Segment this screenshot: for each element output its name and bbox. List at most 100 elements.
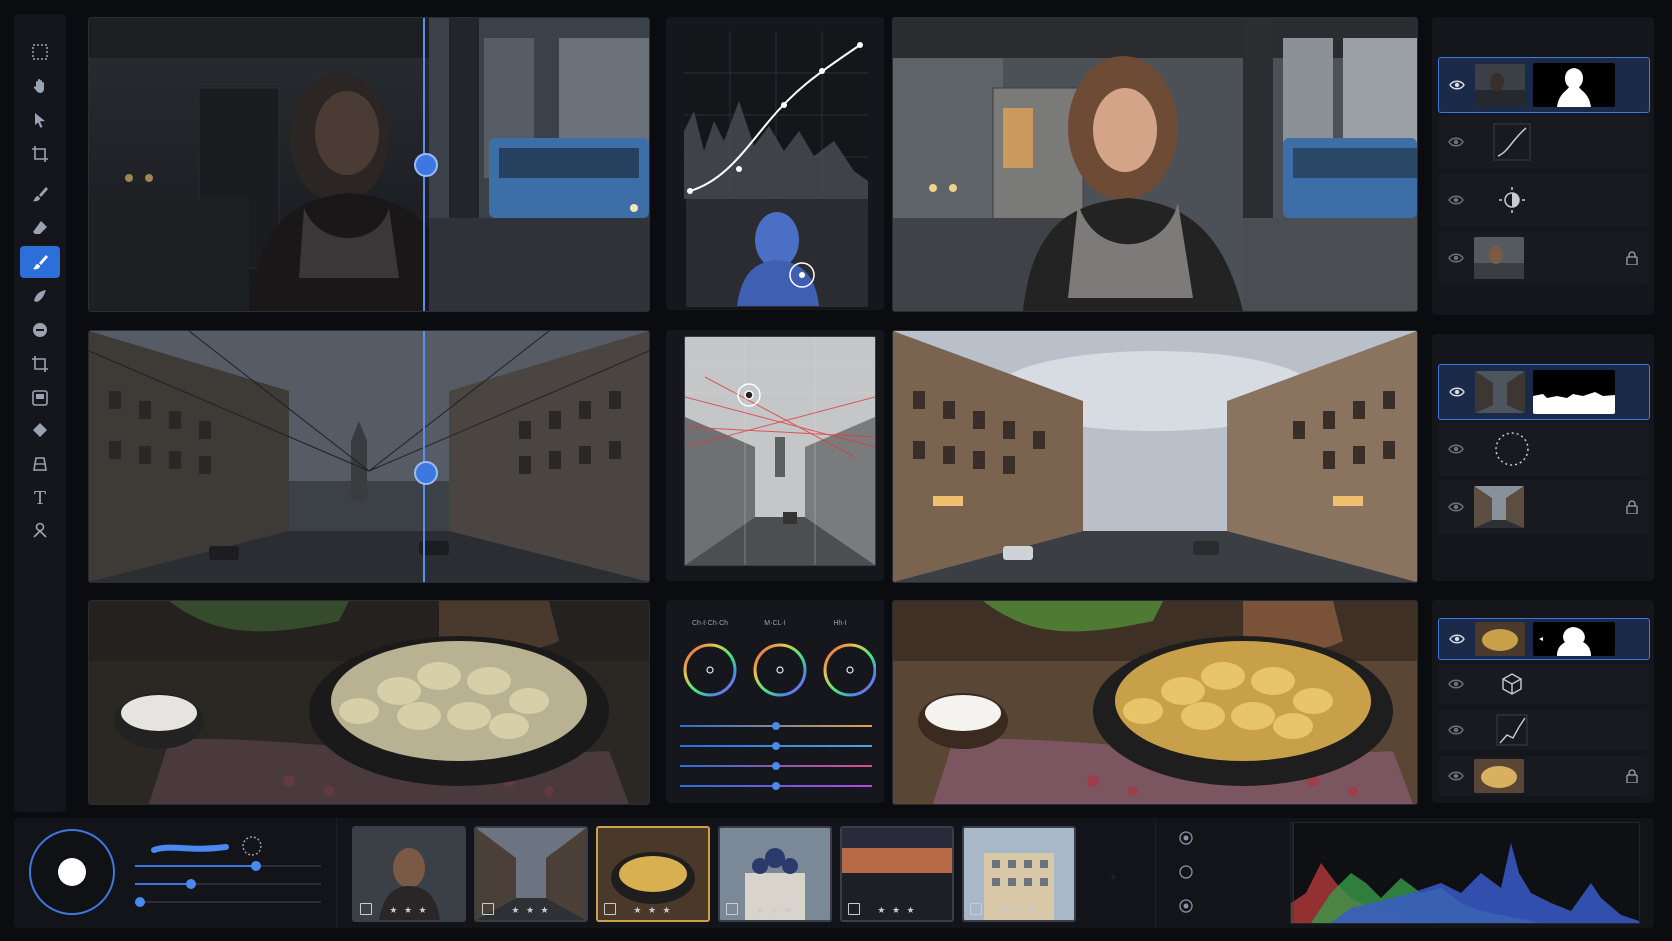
layer-thumbnail [1475,371,1525,413]
layer-vignette-adjustment[interactable] [1438,422,1648,476]
star-rating[interactable]: ★ ★ ★ [598,905,708,916]
layer-3d-lut-adjustment[interactable] [1438,664,1648,704]
layer-thumbnail [1475,622,1525,656]
layer-image-with-mask[interactable] [1438,618,1650,660]
slider-knob[interactable] [772,762,780,770]
lock-icon[interactable] [1626,769,1638,783]
channel-toggles[interactable] [1178,830,1194,914]
wheel-label-midtones: M·CL·I [764,620,786,627]
visibility-eye-icon[interactable] [1449,633,1465,645]
layer-curves-adjustment[interactable] [1438,115,1648,169]
layer-background[interactable] [1438,480,1648,534]
brush-hardness-icon[interactable] [240,834,264,858]
layers-panel-1 [1432,17,1654,315]
slider-knob[interactable] [772,782,780,790]
puppet-warp-icon[interactable] [20,514,60,546]
eraser-icon[interactable] [20,212,60,244]
histogram [1290,822,1640,924]
color-slider[interactable] [680,720,872,732]
filmstrip-thumbnail-street[interactable]: ★ ★ ★ [474,826,588,922]
street-after-canvas[interactable] [892,330,1418,583]
visibility-eye-icon[interactable] [1448,501,1464,513]
lock-icon[interactable] [1626,251,1638,265]
patch-tool-icon[interactable] [20,280,60,312]
star-rating[interactable]: ★ ★ ★ [842,905,952,916]
add-icon[interactable]: + [1110,870,1120,884]
curves-icon [1490,710,1534,750]
cube-icon [1490,664,1534,704]
perspective-icon[interactable] [20,448,60,480]
split-compare-handle[interactable] [414,153,438,177]
layer-image-with-mask[interactable] [1438,57,1650,113]
portrait-after-canvas[interactable] [892,17,1418,312]
perspective-guides-panel [666,330,884,581]
layer-image-with-mask[interactable] [1438,364,1650,420]
color-wheels[interactable] [676,638,876,704]
divider [1155,818,1156,928]
visibility-eye-icon[interactable] [1448,194,1464,206]
brush-slider-flow[interactable] [135,896,321,908]
brush-slider-hardness[interactable] [135,878,321,890]
slider-track [135,901,321,903]
visibility-eye-icon[interactable] [1448,724,1464,736]
perspective-preview[interactable] [684,336,876,566]
visibility-eye-icon[interactable] [1448,678,1464,690]
visibility-eye-icon[interactable] [1448,770,1464,782]
brush-size-preview[interactable] [26,826,118,918]
color-slider[interactable] [680,780,872,792]
star-rating[interactable]: ★ ★ ★ [964,905,1074,916]
wheel-label-highlights: Hh·I [833,620,847,627]
filmstrip-thumbnail-building[interactable]: ★ ★ ★ [962,826,1076,922]
slider-knob[interactable] [185,879,196,889]
artboard-icon[interactable] [20,138,60,170]
star-rating[interactable]: ★ ★ ★ [354,905,464,916]
layer-curves-adjustment[interactable] [1438,710,1648,750]
slider-knob[interactable] [772,722,780,730]
street-before-canvas[interactable] [88,330,650,583]
filmstrip-thumbnail-sunset-city[interactable]: ★ ★ ★ [840,826,954,922]
clone-stamp-icon[interactable] [20,314,60,346]
curves-graph[interactable] [684,31,868,199]
slider-knob[interactable] [250,861,261,871]
tools-panel: T [14,14,66,812]
layers-panel-3 [1432,600,1654,803]
star-rating[interactable]: ★ ★ ★ [476,905,586,916]
healing-brush-icon[interactable] [20,246,60,278]
crop-icon[interactable] [20,348,60,380]
brush-slider-size[interactable] [135,860,321,872]
hand-pan-icon[interactable] [20,70,60,102]
marquee-select-icon[interactable] [20,36,60,68]
wheel-label-shadows: Ch·ℓ·Ch·Ch [691,620,729,627]
color-slider[interactable] [680,740,872,752]
lock-icon[interactable] [1626,500,1638,514]
visibility-eye-icon[interactable] [1449,79,1465,91]
color-grading-panel: Ch·ℓ·Ch·Ch M·CL·I Hh·I [666,600,884,803]
layer-background[interactable] [1438,231,1648,285]
visibility-eye-icon[interactable] [1448,252,1464,264]
brush-icon[interactable] [20,178,60,210]
color-slider[interactable] [680,760,872,772]
layer-background[interactable] [1438,756,1648,796]
filmstrip-thumbnail-dumplings[interactable]: ★ ★ ★ [596,826,710,922]
layer-mask-thumbnail[interactable] [1533,63,1615,107]
layer-brightness-adjustment[interactable] [1438,173,1648,227]
filmstrip-thumbnail-portrait[interactable]: ★ ★ ★ [352,826,466,922]
dumplings-after-canvas[interactable] [892,600,1418,805]
slider-fill [135,865,256,867]
visibility-eye-icon[interactable] [1448,136,1464,148]
pointer-arrow-icon[interactable] [20,104,60,136]
filmstrip-thumbnail-cathedral[interactable]: ★ ★ ★ [718,826,832,922]
text-icon[interactable]: T [20,482,60,514]
visibility-eye-icon[interactable] [1448,443,1464,455]
layer-mask-thumbnail[interactable] [1533,622,1615,656]
layer-mask-thumbnail[interactable] [1533,370,1615,414]
frame-icon[interactable] [20,382,60,414]
visibility-eye-icon[interactable] [1449,386,1465,398]
slider-knob[interactable] [772,742,780,750]
dumplings-before-canvas[interactable] [88,600,650,805]
fill-bucket-icon[interactable] [20,414,60,446]
split-compare-handle[interactable] [414,461,438,485]
portrait-before-canvas[interactable] [88,17,650,312]
star-rating[interactable]: ★ ★ ★ [720,905,830,916]
slider-knob[interactable] [135,897,145,907]
